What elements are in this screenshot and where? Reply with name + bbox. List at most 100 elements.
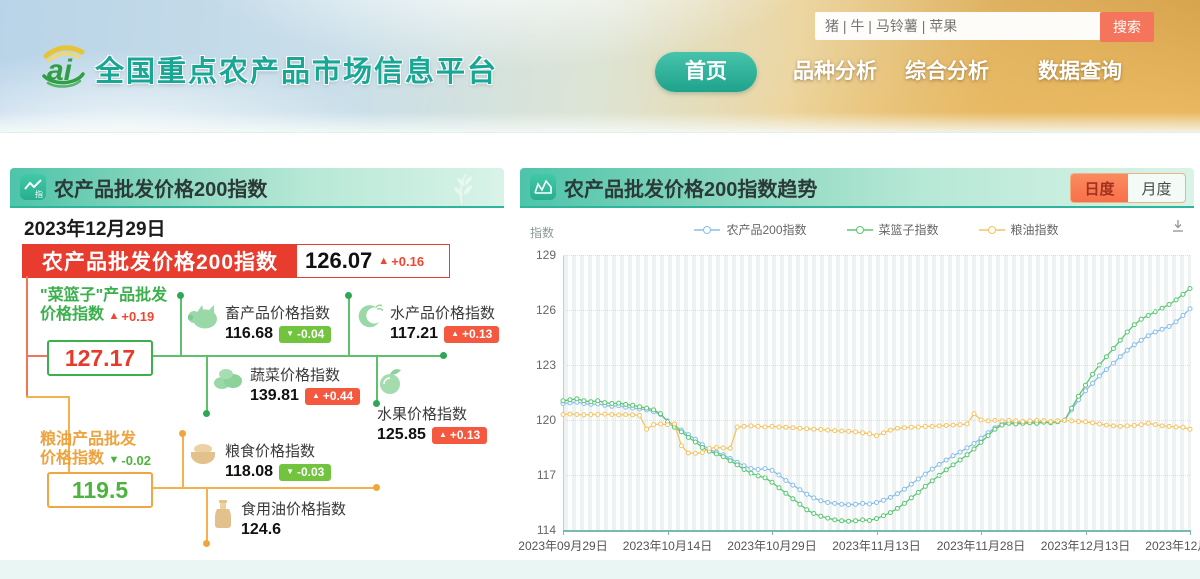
connector-line <box>26 276 28 397</box>
legend-marker-icon <box>847 226 873 234</box>
basket-index-value: 127.17 <box>47 340 153 376</box>
index-panel-title: 农产品批发价格200指数 <box>54 173 267 202</box>
branch-dot <box>177 292 184 299</box>
up-arrow-icon: ▲ <box>108 307 119 326</box>
connector-line <box>206 489 208 543</box>
basket-index-label: "菜篮子"产品批发 价格指数 ▲+0.19 <box>40 286 167 326</box>
svg-text:指: 指 <box>35 189 43 199</box>
nav-item-variety-analysis[interactable]: 品种分析 <box>793 52 877 92</box>
connector-line <box>149 487 377 489</box>
period-toggle: 日度 月度 <box>1070 173 1186 203</box>
connector-line <box>206 357 208 413</box>
badge-value: -0.04 <box>297 327 324 341</box>
node-label: 粮食价格指数 <box>225 440 331 461</box>
nav-item-comprehensive-analysis[interactable]: 综合分析 <box>905 52 989 92</box>
main-index-change: ▲ +0.16 <box>378 254 424 269</box>
node-label: 水产品价格指数 <box>390 302 499 323</box>
x-tick-mark <box>1190 530 1191 535</box>
chart-index-icon: 指 <box>20 174 46 200</box>
x-tick-mark <box>668 530 669 535</box>
node-value: 125.85 <box>377 426 426 444</box>
pig-icon <box>186 302 218 332</box>
node-value: 116.68 <box>225 325 273 343</box>
fruit-node: 水果价格指数 125.85 ▲+0.13 <box>377 366 487 444</box>
x-tick-label: 2023年11月28日 <box>926 537 1036 554</box>
badge-value: +0.44 <box>323 389 353 403</box>
gridline <box>563 310 1190 311</box>
node-label: 食用油价格指数 <box>241 498 346 519</box>
vegetable-icon <box>213 364 243 392</box>
chart-legend: 农产品200指数 菜篮子指数 粮油指数 <box>563 221 1190 238</box>
trend-chart: 指数 农产品200指数菜篮子指数粮油指数 1141171201231261292… <box>520 208 1194 560</box>
grain-node: 粮食价格指数 118.08 ▼-0.03 <box>188 440 331 481</box>
up-arrow-icon: ▲ <box>378 255 389 267</box>
up-arrow-icon: ▲ <box>451 327 459 341</box>
livestock-node: 畜产品价格指数 116.68 ▼-0.04 <box>186 302 331 343</box>
branch-dot <box>373 484 380 491</box>
connector-line <box>149 355 444 357</box>
wheat-watermark-icon <box>432 170 478 206</box>
x-tick-label: 2023年11月13日 <box>822 537 932 554</box>
connector-line <box>26 355 49 357</box>
y-tick-label: 126 <box>522 303 556 317</box>
node-value: 139.81 <box>250 387 299 405</box>
legend-item[interactable]: 粮油指数 <box>979 221 1059 238</box>
x-tick-mark <box>563 530 564 535</box>
gridline <box>563 475 1190 476</box>
legend-item[interactable]: 菜篮子指数 <box>847 221 939 238</box>
change-badge: ▲+0.13 <box>432 427 487 444</box>
badge-value: +0.13 <box>450 428 480 442</box>
gridline <box>563 420 1190 421</box>
shrimp-icon <box>353 302 383 332</box>
grain-oil-label-line1: 粮油产品批发 <box>40 430 151 449</box>
x-tick-label: 2023年09月29日 <box>508 537 618 554</box>
rice-pot-icon <box>188 440 218 468</box>
nav-item-home[interactable]: 首页 <box>655 52 757 92</box>
x-tick-mark <box>877 530 878 535</box>
main-index-value: 126.07 <box>305 248 372 274</box>
trend-panel-title: 农产品批发价格200指数趋势 <box>564 173 817 202</box>
legend-label: 粮油指数 <box>1011 221 1059 238</box>
grain-oil-change-value: -0.02 <box>121 451 151 470</box>
down-arrow-icon: ▼ <box>108 451 119 470</box>
search-button[interactable]: 搜索 <box>1100 12 1154 42</box>
legend-label: 菜篮子指数 <box>879 221 939 238</box>
badge-value: -0.03 <box>297 465 324 479</box>
oil-bottle-icon <box>212 498 234 530</box>
aquatic-node: 水产品价格指数 117.21 ▲+0.13 <box>353 302 499 343</box>
change-badge: ▼-0.03 <box>279 464 331 481</box>
toggle-monthly[interactable]: 月度 <box>1128 174 1185 202</box>
basket-label-line2: 价格指数 <box>40 306 104 323</box>
grain-oil-index-label: 粮油产品批发 价格指数 ▼-0.02 <box>40 430 151 470</box>
basket-label-line1: "菜篮子"产品批发 <box>40 286 167 305</box>
branch-dot <box>203 410 210 417</box>
legend-marker-icon <box>979 226 1005 234</box>
gridline <box>563 255 1190 256</box>
y-axis-title: 指数 <box>530 224 554 241</box>
y-tick-label: 117 <box>522 468 556 482</box>
main-index-box: 农产品批发价格200指数 126.07 ▲ +0.16 <box>22 244 450 278</box>
download-icon[interactable] <box>1170 218 1186 234</box>
legend-marker-icon <box>694 226 720 234</box>
site-title: 全国重点农产品市场信息平台 <box>95 48 498 90</box>
x-tick-label: 2023年12月28日 <box>1135 537 1200 554</box>
vegetable-node: 蔬菜价格指数 139.81 ▲+0.44 <box>213 364 360 405</box>
oil-node: 食用油价格指数 124.6 <box>212 498 346 539</box>
search-input[interactable] <box>815 12 1103 40</box>
connector-line <box>348 296 350 356</box>
connector-line <box>182 434 184 487</box>
nav-item-data-query[interactable]: 数据查询 <box>1038 52 1122 92</box>
legend-item[interactable]: 农产品200指数 <box>694 221 806 238</box>
branch-dot <box>440 352 447 359</box>
y-tick-label: 123 <box>522 358 556 372</box>
site-logo-icon: ai <box>36 40 90 94</box>
down-arrow-icon: ▼ <box>286 327 294 341</box>
x-tick-label: 2023年10月29日 <box>717 537 827 554</box>
x-tick-label: 2023年12月13日 <box>1031 537 1141 554</box>
grain-oil-label-line2: 价格指数 <box>40 450 104 467</box>
fruit-icon <box>377 366 405 396</box>
node-label: 水果价格指数 <box>377 403 487 424</box>
main-index-change-value: +0.16 <box>391 254 424 269</box>
y-tick-label: 129 <box>522 248 556 262</box>
toggle-daily[interactable]: 日度 <box>1071 174 1128 202</box>
